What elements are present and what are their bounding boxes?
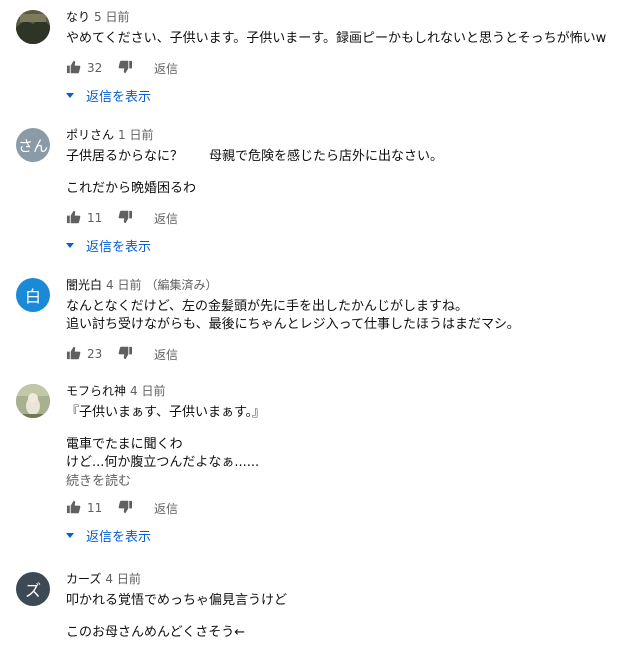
comment-line: 子供居るからなに？ 母親で危険を感じたら店外に出なさい。 [66, 149, 444, 164]
comment-line: なんとなくだけど、左の金髪頭が先に手を出したかんじがしますね。 [66, 299, 468, 314]
show-replies-button[interactable]: 返信を表示 [66, 526, 616, 545]
comment-author[interactable]: なり [66, 10, 90, 24]
thumbs-up-icon [66, 60, 81, 74]
like-count: 11 [87, 211, 103, 225]
comment-text: 子供居るからなに？ 母親で危険を感じたら店外に出なさい。 これだから晩婚困るわ [66, 148, 616, 198]
avatar-letter: ズ [24, 581, 41, 600]
comment-time[interactable]: 4 日前 [130, 384, 165, 398]
like-count: 23 [87, 347, 103, 361]
reply-button[interactable]: 返信 [154, 210, 178, 227]
avatar[interactable]: 白 [16, 278, 50, 312]
comment-line: これだから晩婚困るわ [66, 181, 197, 196]
avatar[interactable]: さん [16, 128, 50, 162]
comment-line: 叩かれる覚悟でめっちゃ偏見言うけど [66, 593, 288, 608]
read-more-button[interactable]: 続きを読む [66, 473, 616, 491]
show-replies-button[interactable]: 返信を表示 [66, 236, 616, 255]
like-button[interactable] [66, 60, 81, 77]
comment-author[interactable]: 闇光白 [66, 278, 102, 292]
comment-line: 追い討ち受けながらも、最後にちゃんとレジ入って仕事したほうはまだマシ。 [66, 317, 520, 332]
comment-time[interactable]: 1 日前 [118, 128, 153, 142]
dislike-button[interactable] [118, 346, 133, 363]
comment-actions: 11 返信 [66, 208, 616, 228]
dislike-button[interactable] [118, 500, 133, 517]
avatar-letter: 白 [24, 287, 41, 306]
caret-down-icon [66, 92, 74, 98]
avatar[interactable] [16, 10, 50, 44]
edited-label: （編集済み） [145, 278, 218, 292]
reply-button[interactable]: 返信 [154, 60, 178, 77]
avatar-photo-icon [16, 384, 50, 418]
show-replies-label: 返信を表示 [86, 239, 152, 255]
comment-author[interactable]: カーズ [66, 572, 101, 586]
show-replies-button[interactable]: 返信を表示 [66, 86, 616, 105]
comment-text: 叩かれる覚悟でめっちゃ偏見言うけど このお母さんめんどくさそう← [66, 592, 616, 642]
avatar[interactable]: ズ [16, 572, 50, 606]
avatar-photo-icon [16, 10, 50, 44]
like-button[interactable] [66, 210, 81, 227]
thumbs-down-icon [118, 210, 133, 224]
avatar[interactable] [16, 384, 50, 418]
like-button[interactable] [66, 346, 81, 363]
comment-author[interactable]: ポリさん [66, 128, 114, 142]
like-button[interactable] [66, 500, 81, 517]
comment-time[interactable]: 5 日前 [94, 10, 129, 24]
thumbs-down-icon [118, 60, 133, 74]
avatar-letter: さん [17, 136, 48, 155]
like-count: 11 [87, 501, 103, 515]
like-count: 32 [87, 61, 103, 75]
show-replies-label: 返信を表示 [86, 529, 152, 545]
comment-time[interactable]: 4 日前 [105, 572, 140, 586]
comment-text: やめてください、子供います。子供いまーす。録画ピーかもしれないと思うとそっちが怖… [66, 30, 616, 48]
thumbs-up-icon [66, 346, 81, 360]
caret-down-icon [66, 532, 74, 538]
comment-actions: 23 返信 [66, 344, 616, 364]
dislike-button[interactable] [118, 60, 133, 77]
caret-down-icon [66, 242, 74, 248]
comment-actions: 32 返信 [66, 58, 616, 78]
thumbs-up-icon [66, 500, 81, 514]
comment-text: なんとなくだけど、左の金髪頭が先に手を出したかんじがしますね。 追い討ち受けなが… [66, 298, 616, 334]
thumbs-down-icon [118, 346, 133, 360]
reply-button[interactable]: 返信 [154, 346, 178, 363]
comment-line: 『子供いまぁす、子供いまぁす。』 [66, 405, 266, 420]
comment-line: やめてください、子供います。子供いまーす。録画ピーかもしれないと思うとそっちが怖… [66, 31, 607, 46]
comment-actions: 11 返信 [66, 498, 616, 518]
comment-line: このお母さんめんどくさそう← [66, 625, 246, 640]
comment-text: 『子供いまぁす、子供いまぁす。』 電車でたまに聞くわ けど...何か腹立つんだよ… [66, 404, 616, 472]
dislike-button[interactable] [118, 210, 133, 227]
thumbs-down-icon [118, 500, 133, 514]
comment-line: けど...何か腹立つんだよなぁ...... [66, 455, 260, 470]
thumbs-up-icon [66, 210, 81, 224]
show-replies-label: 返信を表示 [86, 89, 152, 105]
reply-button[interactable]: 返信 [154, 500, 178, 517]
comment-line: 電車でたまに聞くわ [66, 437, 183, 452]
comment-author[interactable]: モフられ神 [66, 384, 126, 398]
comment-time[interactable]: 4 日前 [106, 278, 141, 292]
